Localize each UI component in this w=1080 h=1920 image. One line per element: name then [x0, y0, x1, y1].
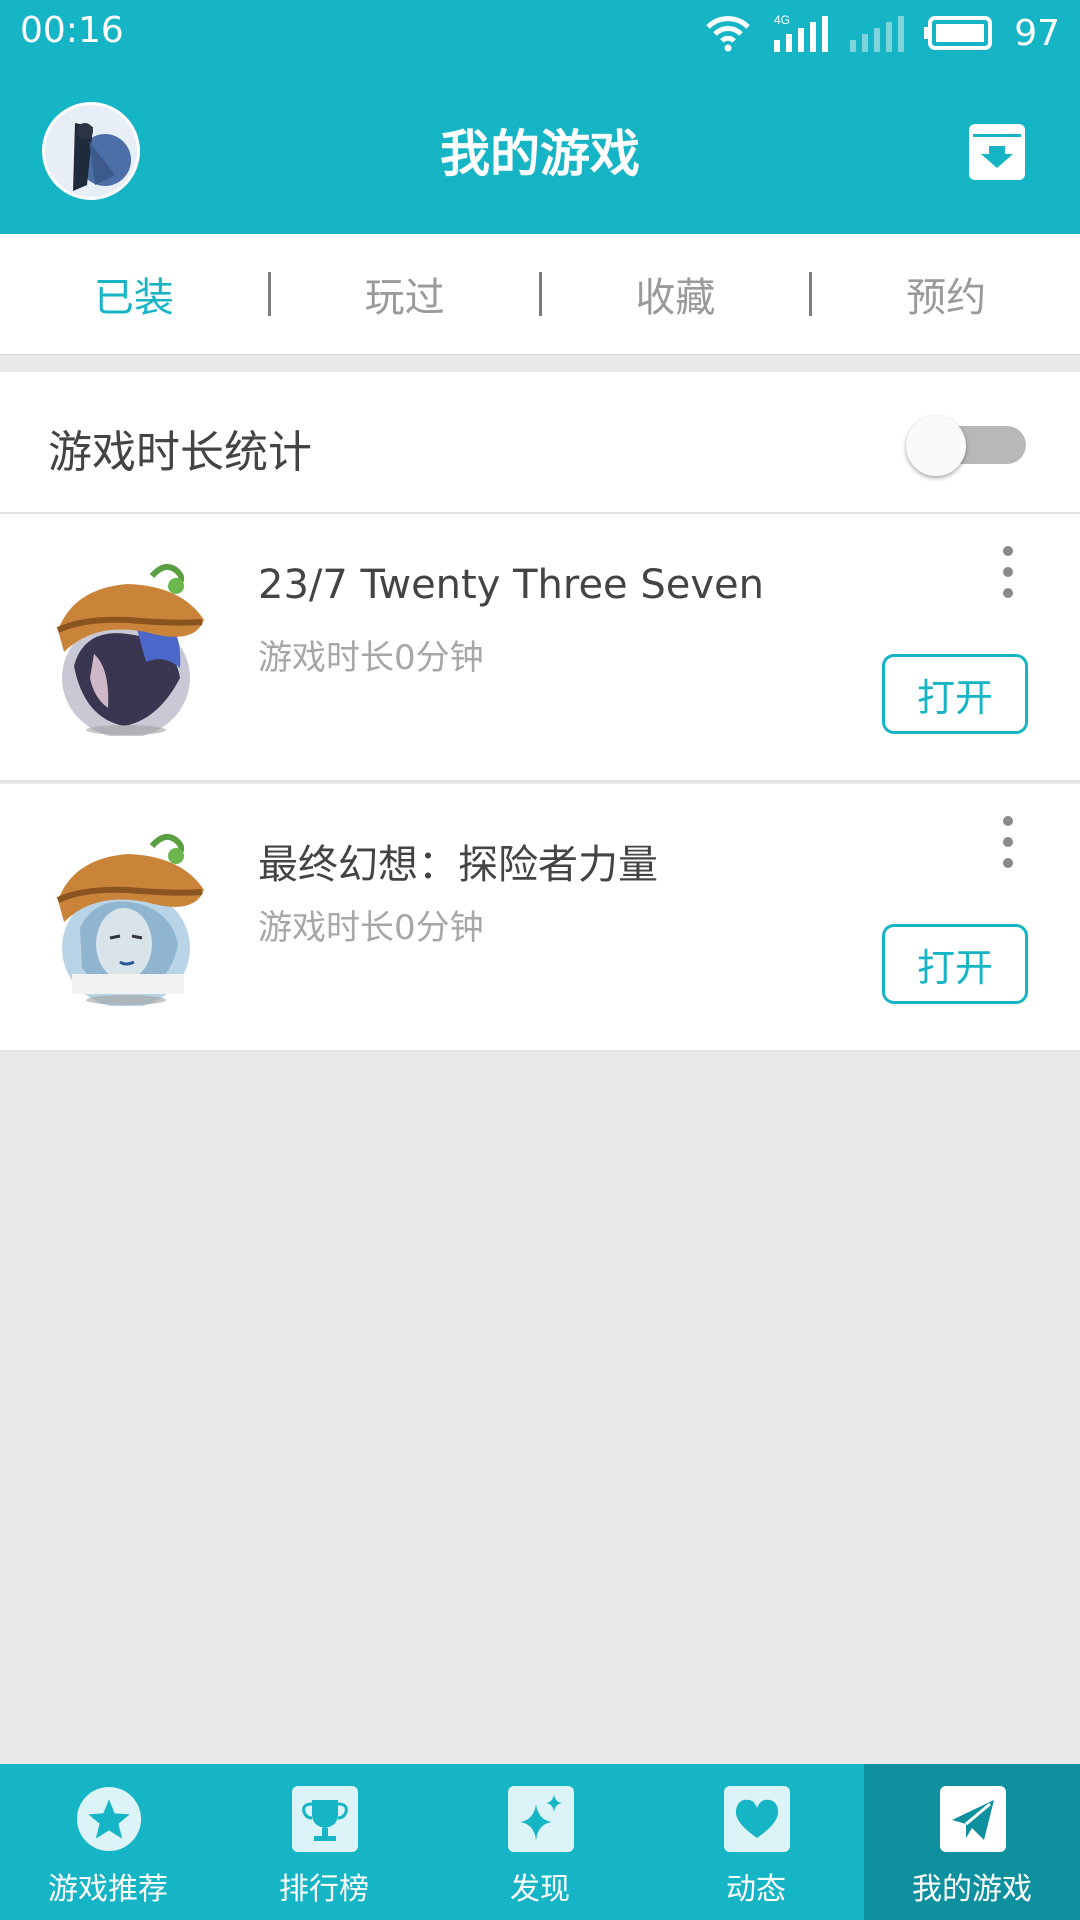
signal-weak-icon: [850, 16, 905, 52]
battery-icon: [924, 16, 993, 50]
play-time-stats-row: 游戏时长统计: [0, 372, 1080, 514]
play-time-stats-label: 游戏时长统计: [48, 427, 312, 478]
tab-reservations[interactable]: 预约: [812, 265, 1080, 323]
trophy-icon: [292, 1786, 358, 1852]
nav-label: 发现: [510, 1872, 570, 1907]
download-icon: [973, 134, 1021, 168]
heart-icon: [724, 1786, 790, 1852]
nav-label: 我的游戏: [912, 1872, 1032, 1907]
page-title: 我的游戏: [440, 125, 640, 183]
game-icon: [54, 558, 210, 738]
open-game-button[interactable]: 打开: [882, 924, 1028, 1004]
game-play-time: 游戏时长0分钟: [258, 638, 484, 678]
open-game-button[interactable]: 打开: [882, 654, 1028, 734]
game-list-item[interactable]: 最终幻想：探险者力量 游戏时长0分钟 打开: [0, 784, 1080, 1052]
network-type-label: 4G: [774, 13, 790, 27]
game-list-item[interactable]: 23/7 Twenty Three Seven 游戏时长0分钟 打开: [0, 514, 1080, 782]
wifi-icon: [706, 16, 750, 52]
play-time-stats-toggle[interactable]: [906, 416, 1026, 476]
sparkle-icon: [508, 1786, 574, 1852]
nav-item-my-games[interactable]: 我的游戏: [864, 1764, 1080, 1920]
toggle-knob: [906, 416, 966, 476]
nav-item-rankings[interactable]: 排行榜: [216, 1764, 432, 1920]
status-bar: 00:16 4G 97: [0, 0, 1080, 66]
star-icon: [76, 1786, 142, 1852]
game-title: 最终幻想：探险者力量: [258, 842, 658, 888]
nav-item-game-recommend[interactable]: 游戏推荐: [0, 1764, 216, 1920]
nav-item-activity[interactable]: 动态: [648, 1764, 864, 1920]
more-options-icon[interactable]: [990, 816, 1026, 868]
tab-favorites[interactable]: 收藏: [542, 265, 810, 323]
nav-label: 排行榜: [279, 1872, 369, 1907]
download-manager-button[interactable]: [969, 124, 1025, 180]
game-icon: [54, 828, 210, 1008]
tab-installed[interactable]: 已装: [0, 265, 268, 323]
more-options-icon[interactable]: [990, 546, 1026, 598]
game-play-time: 游戏时长0分钟: [258, 908, 484, 948]
tab-played[interactable]: 玩过: [271, 265, 539, 323]
nav-label: 游戏推荐: [48, 1872, 168, 1907]
bottom-navigation: 游戏推荐 排行榜 发现 动态 我的游戏: [0, 1764, 1080, 1920]
game-title: 23/7 Twenty Three Seven: [258, 562, 765, 608]
paper-plane-icon: [940, 1786, 1006, 1852]
status-time: 00:16: [20, 10, 124, 51]
nav-item-discover[interactable]: 发现: [432, 1764, 648, 1920]
tab-bar: 已装 玩过 收藏 预约: [0, 234, 1080, 355]
nav-label: 动态: [726, 1872, 786, 1907]
status-icons: 4G 97: [704, 8, 1060, 58]
signal-4g-icon: 4G: [774, 13, 829, 52]
battery-level: 97: [1014, 12, 1060, 54]
app-header: 我的游戏: [0, 66, 1080, 234]
